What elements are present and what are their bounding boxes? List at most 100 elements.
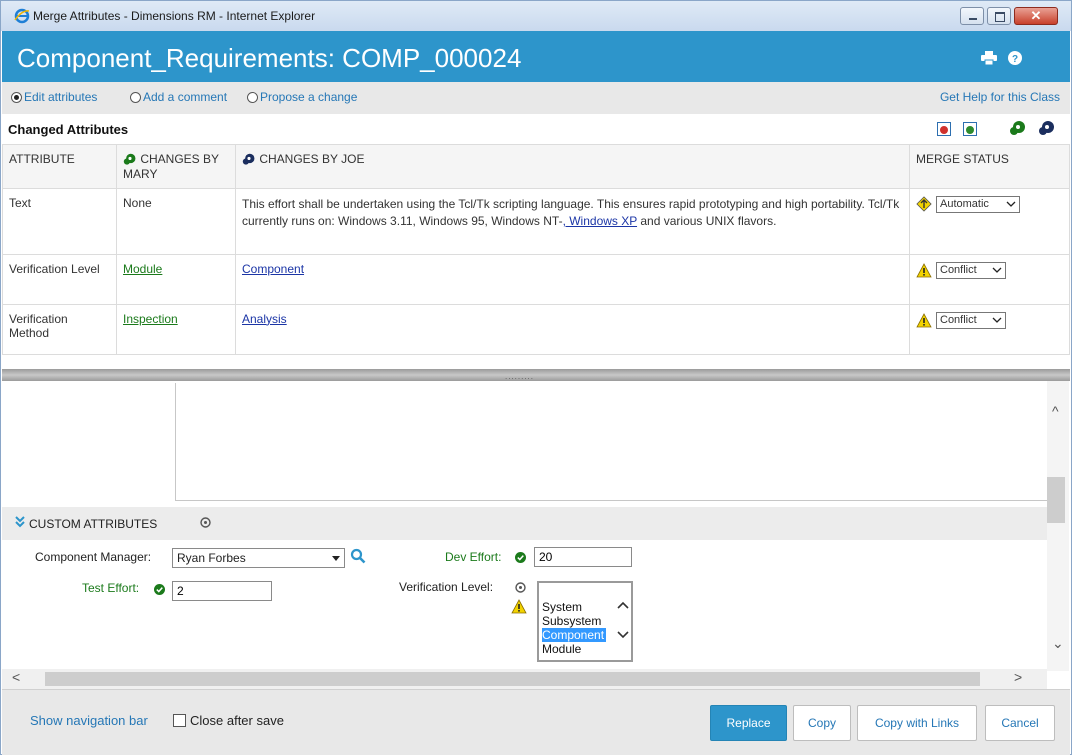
vertical-scrollbar[interactable]: ^ ⌄ <box>1047 381 1069 671</box>
scrollbar-thumb[interactable] <box>45 672 980 686</box>
svg-text:?: ? <box>1012 54 1018 65</box>
listbox-option-selected[interactable]: Component <box>542 628 607 642</box>
pane-splitter[interactable]: ......... <box>2 369 1070 381</box>
scroll-up-icon[interactable]: ^ <box>1052 403 1059 419</box>
replace-button[interactable]: Replace <box>710 705 787 741</box>
merge-status-select[interactable]: Conflict <box>936 311 1006 329</box>
test-effort-label: Test Effort: <box>82 581 140 595</box>
chevron-down-icon[interactable] <box>617 631 629 639</box>
copy-button[interactable]: Copy <box>793 705 851 741</box>
scrollbar-thumb[interactable] <box>1047 477 1065 523</box>
merge-status-select[interactable]: Automatic <box>936 195 1020 213</box>
show-navigation-bar-link[interactable]: Show navigation bar <box>30 713 148 728</box>
attribute-cell: Verification Level <box>2 253 117 305</box>
info-icon[interactable] <box>515 582 526 593</box>
dropdown-arrow-icon <box>332 556 340 561</box>
mary-user-icon[interactable] <box>1009 120 1027 138</box>
listbox-option[interactable]: System <box>542 600 582 614</box>
radio-add-comment[interactable]: Add a comment <box>130 90 227 104</box>
warning-icon <box>511 599 527 614</box>
mary-value-link[interactable]: Inspection <box>123 312 178 326</box>
column-header-mary: CHANGES BY MARY <box>116 144 236 189</box>
changed-attributes-header: Changed Attributes <box>2 114 1070 144</box>
close-after-save-checkbox[interactable] <box>173 714 186 727</box>
automatic-merge-icon <box>916 196 932 212</box>
double-chevron-down-icon[interactable] <box>14 516 26 528</box>
dev-effort-label: Dev Effort: <box>445 550 502 564</box>
listbox-option[interactable]: Subsystem <box>542 614 601 628</box>
accept-joe-icon[interactable] <box>963 122 977 136</box>
radio-edit-attributes[interactable]: Edit attributes <box>11 90 97 104</box>
merge-table: ATTRIBUTE CHANGES BY MARY CHANGES BY JOE… <box>2 144 1070 355</box>
mary-value-cell: Module <box>116 253 236 305</box>
scroll-down-icon[interactable]: ⌄ <box>1052 635 1064 652</box>
maximize-button[interactable] <box>987 7 1011 25</box>
help-icon[interactable]: ? <box>1007 51 1023 65</box>
joe-value-cell: This effort shall be undertaken using th… <box>235 187 910 255</box>
column-header-joe: CHANGES BY JOE <box>235 144 910 189</box>
copy-with-links-button[interactable]: Copy with Links <box>857 705 977 741</box>
select-value: Automatic <box>940 198 989 211</box>
splitter-grip[interactable]: ......... <box>505 372 534 381</box>
joe-value-cell: Analysis <box>235 303 910 355</box>
joe-value-link[interactable]: Analysis <box>242 312 287 326</box>
class-help-link[interactable]: Get Help for this Class <box>940 90 1060 104</box>
dev-effort-input[interactable] <box>534 547 632 567</box>
radio-propose-change[interactable]: Propose a change <box>247 90 357 104</box>
page-title: Component_Requirements: COMP_000024 <box>17 43 522 73</box>
radio-label: Add a comment <box>143 90 228 104</box>
joe-value-link[interactable]: Component <box>242 262 304 276</box>
custom-attributes-header[interactable]: CUSTOM ATTRIBUTES <box>2 507 1047 540</box>
column-header-attribute: ATTRIBUTE <box>2 144 117 189</box>
section-title: Changed Attributes <box>8 122 129 137</box>
attribute-editor-pane: ^ ⌄ CUSTOM ATTRIBUTES Component Manager:… <box>2 381 1070 689</box>
mary-value-link[interactable]: Module <box>123 262 162 276</box>
mary-user-icon <box>123 153 136 165</box>
mary-value-cell: None <box>116 187 236 255</box>
radio-dot[interactable] <box>247 91 258 103</box>
merge-status-cell: Automatic <box>909 187 1070 255</box>
joe-user-icon <box>242 153 255 165</box>
mode-bar: Edit attributes Add a comment Propose a … <box>2 82 1070 114</box>
verification-level-label: Verification Level: <box>399 580 494 594</box>
cancel-button[interactable]: Cancel <box>985 705 1055 741</box>
info-icon[interactable] <box>200 517 211 528</box>
listbox-option[interactable]: Module <box>542 642 581 656</box>
chevron-up-icon[interactable] <box>617 601 629 609</box>
merge-status-cell: Conflict <box>909 253 1070 305</box>
joe-value-tail: and various UNIX flavors. <box>637 213 777 228</box>
select-value: Conflict <box>940 314 977 327</box>
minimize-button[interactable] <box>960 7 984 25</box>
chevron-down-icon <box>992 267 1002 274</box>
scroll-left-icon[interactable]: < <box>12 669 20 685</box>
joe-user-icon[interactable] <box>1038 120 1056 138</box>
close-after-save-label: Close after save <box>190 713 284 728</box>
scroll-right-icon[interactable]: > <box>1014 669 1022 685</box>
warning-icon <box>916 312 932 328</box>
radio-label: Edit attributes <box>24 90 98 104</box>
radio-label: Propose a change <box>260 90 358 104</box>
check-circle-icon <box>154 584 165 595</box>
window-titlebar: Merge Attributes - Dimensions RM - Inter… <box>1 1 1071 31</box>
test-effort-input[interactable] <box>172 581 272 601</box>
text-editor-area[interactable] <box>175 383 1049 501</box>
verification-level-listbox[interactable]: System Subsystem Component Module <box>537 581 633 662</box>
accept-mary-icon[interactable] <box>937 122 951 136</box>
component-manager-label: Component Manager: <box>35 550 152 564</box>
column-header-merge-status: MERGE STATUS <box>909 144 1070 189</box>
joe-value-link[interactable]: , Windows XP <box>563 214 637 228</box>
column-header-label: CHANGES BY MARY <box>123 152 219 181</box>
horizontal-scrollbar[interactable]: < > <box>2 669 1047 689</box>
radio-dot[interactable] <box>130 91 141 103</box>
select-value: Conflict <box>940 264 977 277</box>
print-icon[interactable] <box>981 51 997 65</box>
warning-icon <box>916 262 932 278</box>
component-manager-select[interactable]: Ryan Forbes <box>172 548 345 568</box>
close-window-button[interactable]: ✕ <box>1014 7 1058 25</box>
custom-attributes-title: CUSTOM ATTRIBUTES <box>29 517 158 531</box>
merge-status-select[interactable]: Conflict <box>936 261 1006 279</box>
dialog-footer: Show navigation bar Close after save Rep… <box>2 689 1070 755</box>
search-icon[interactable] <box>350 548 366 564</box>
radio-dot[interactable] <box>11 91 22 103</box>
chevron-down-icon <box>1006 201 1016 208</box>
